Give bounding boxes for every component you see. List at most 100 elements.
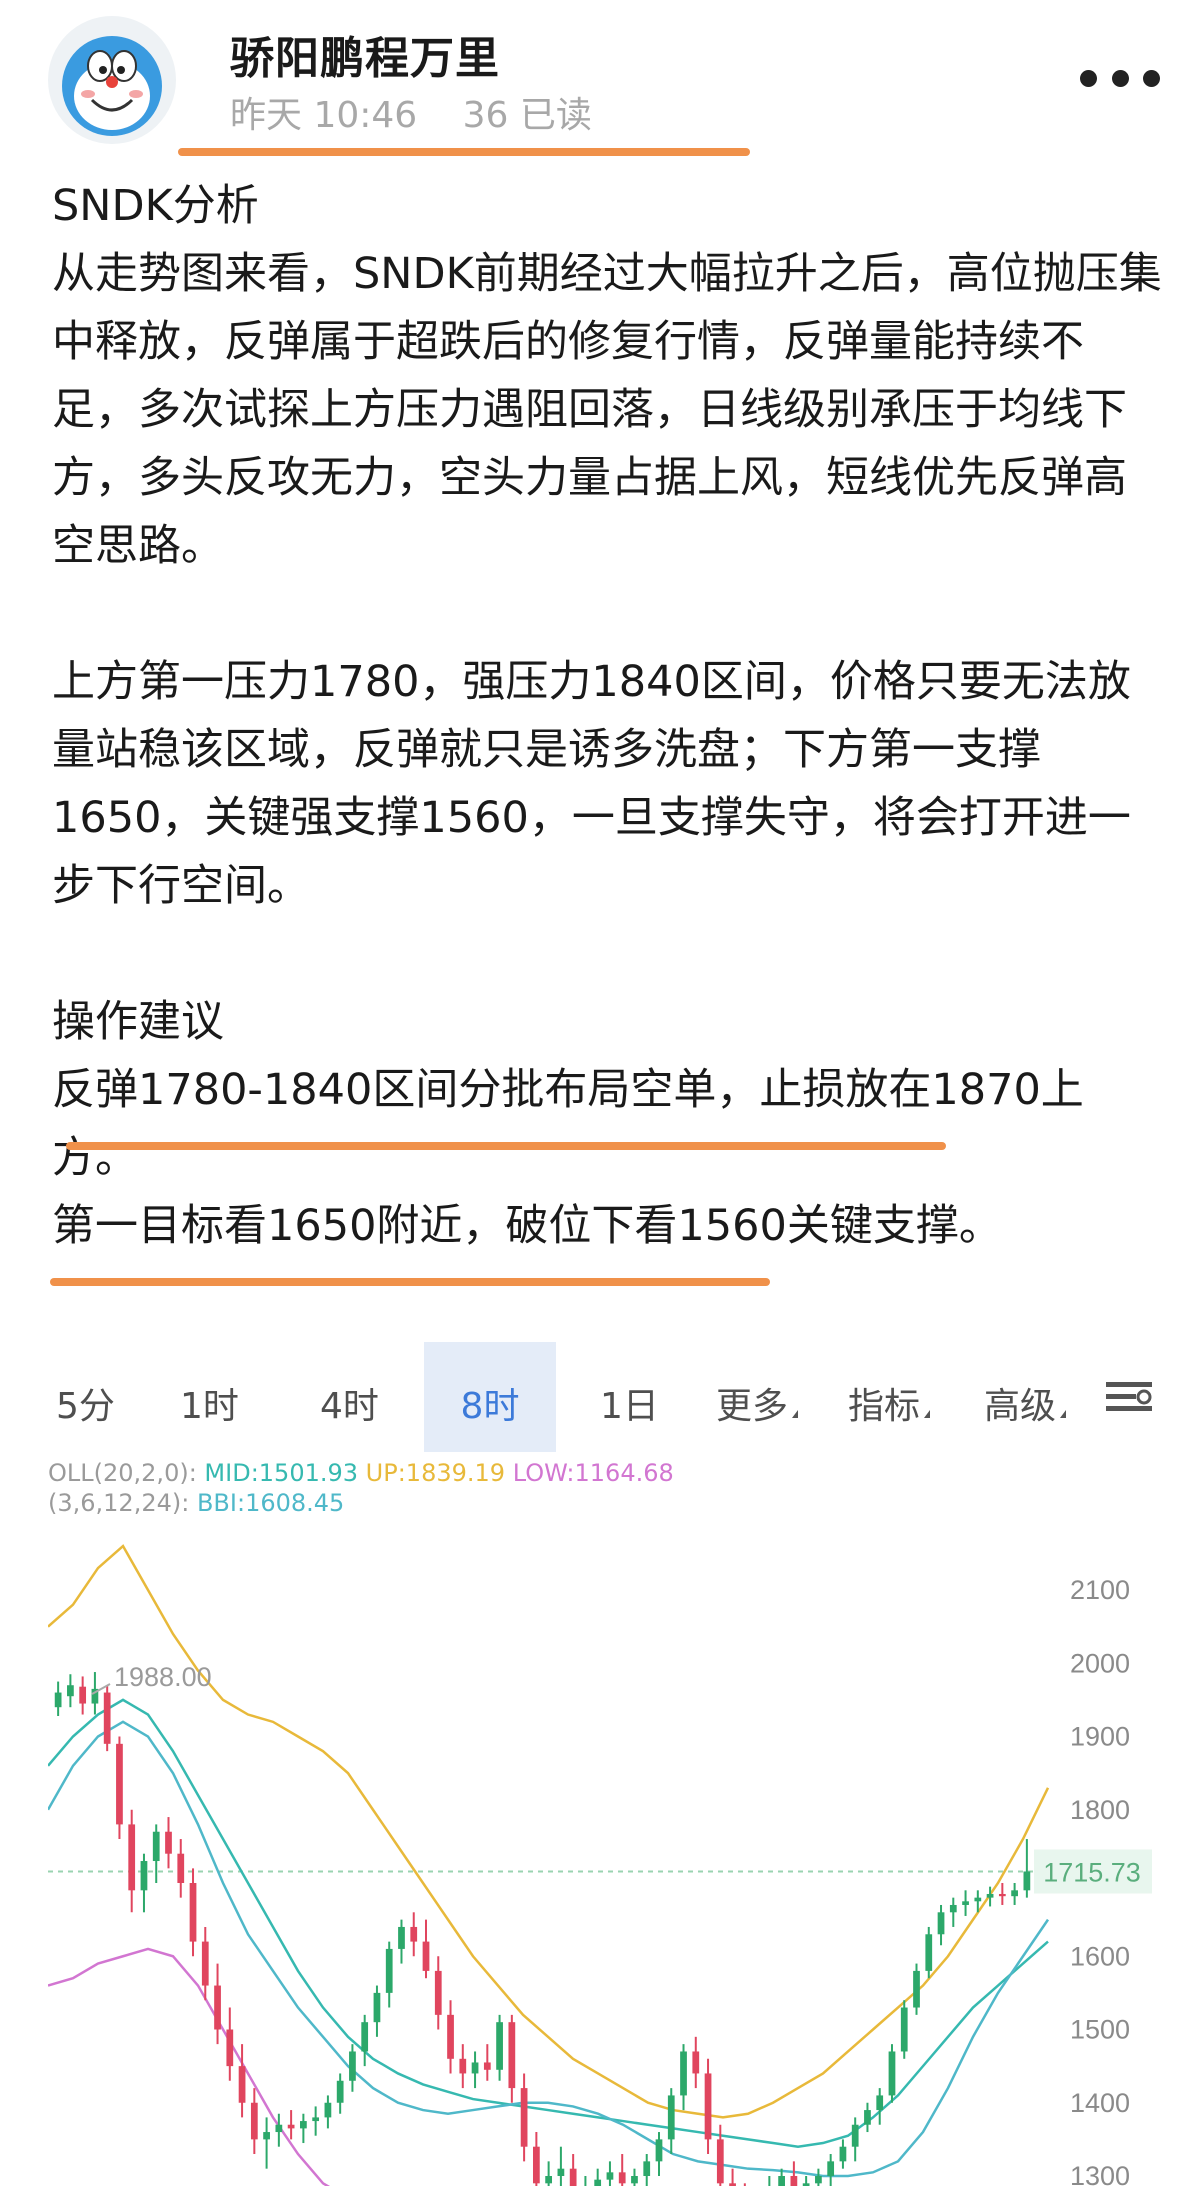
candle-body — [398, 1926, 405, 1949]
candle-body — [643, 2161, 651, 2176]
candle-body — [128, 1824, 136, 1891]
highlight-underline — [178, 148, 750, 156]
candle-body — [1011, 1890, 1018, 1897]
price-chart-image: 5分 1时 4时 8时 1日 更多 指标 高级 OLL(20,2,0): MID… — [48, 1318, 1152, 2186]
candle-body — [704, 2073, 712, 2140]
avatar[interactable] — [48, 16, 176, 144]
indicator-line-bbi — [48, 1720, 1050, 2178]
y-tick-label: 1600 — [1070, 1941, 1130, 1971]
candle-body — [655, 2139, 663, 2162]
y-tick-label: 1300 — [1070, 2161, 1130, 2186]
candle-body — [631, 2176, 638, 2184]
candle-body — [54, 1692, 62, 1708]
candle-body — [900, 2007, 908, 2052]
candle-body — [275, 2124, 283, 2133]
post-content: SNDK分析 从走势图来看，SNDK前期经过大幅拉升之后，高位抛压集中释放，反弹… — [52, 172, 1162, 1260]
candle-body — [459, 2058, 467, 2074]
candle-body — [263, 2132, 270, 2140]
candle-body — [716, 2139, 724, 2184]
candle-body — [974, 1897, 982, 1902]
candle-body — [839, 2146, 847, 2162]
candle-body — [471, 2062, 479, 2074]
candle-body — [116, 1743, 123, 1825]
more-dot-icon — [1143, 69, 1160, 87]
candle-body — [815, 2176, 822, 2184]
author-name[interactable]: 骄阳鹏程万里 — [230, 22, 500, 86]
more-dot-icon — [1111, 69, 1129, 87]
advice-line-2: 第一目标看1650附近，破位下看1560关键支撑。 — [52, 1201, 1002, 1251]
candle-body — [324, 2102, 332, 2118]
candle-body — [545, 2176, 553, 2184]
y-tick-label: 1500 — [1070, 2015, 1130, 2045]
candle-body — [851, 2124, 859, 2147]
candle-body — [373, 1992, 381, 2023]
candle-body — [79, 1686, 87, 1704]
advice-line-1: 反弹1780-1840区间分批布局空单，止损放在1870上方。 — [52, 1065, 1084, 1183]
candle-body — [1023, 1871, 1031, 1891]
candle-body — [385, 1948, 393, 1993]
candle-body — [165, 1831, 172, 1854]
candle-body — [937, 1912, 945, 1935]
read-count: 36 已读 — [462, 95, 592, 136]
candlestick-plot: 2100200019001800170016001500140013001715… — [48, 1544, 1152, 2186]
candle-body — [312, 2117, 320, 2122]
candle-body — [483, 2062, 491, 2070]
candle-body — [336, 2080, 344, 2103]
candle-body — [520, 2088, 528, 2147]
candle-body — [998, 1893, 1006, 1897]
candle-body — [214, 1985, 221, 2030]
candle-body — [569, 2168, 577, 2186]
highlight-underline — [66, 1142, 946, 1150]
post-title: SNDK分析 — [52, 181, 259, 231]
candle-body — [152, 1831, 160, 1862]
current-price-label: 1715.73 — [1043, 1857, 1141, 1887]
candle-body — [949, 1904, 957, 1913]
candle-body — [532, 2146, 540, 2184]
candle-body — [496, 2022, 503, 2070]
candle-body — [103, 1692, 111, 1744]
candle-body — [925, 1934, 933, 1971]
candle-body — [349, 2051, 356, 2081]
post-meta: 昨天 10:46 36 已读 — [230, 86, 626, 138]
candle-body — [986, 1893, 994, 1898]
post-time: 昨天 10:46 — [230, 95, 418, 136]
candle-body — [226, 2029, 234, 2067]
candle-body — [422, 1941, 430, 1971]
high-annotation-label: 1988.00 — [114, 1662, 212, 1692]
y-tick-label: 1800 — [1070, 1795, 1130, 1825]
candle-body — [888, 2051, 896, 2096]
y-tick-label: 2000 — [1070, 1648, 1130, 1678]
candle-body — [606, 2172, 614, 2180]
candle-body — [201, 1941, 209, 1986]
more-options-button[interactable] — [1080, 58, 1160, 98]
candle-body — [434, 1970, 442, 2015]
indicator-line-low — [48, 1947, 331, 2186]
candle-body — [680, 2051, 687, 2096]
candle-body — [778, 2176, 785, 2186]
candle-body — [250, 2102, 258, 2140]
indicator-line-mid — [48, 1698, 1049, 2148]
indicator-line-up — [48, 1544, 1050, 2119]
candle-body — [361, 2022, 369, 2052]
candle-body — [140, 1861, 148, 1891]
y-tick-label: 1900 — [1070, 1722, 1130, 1752]
candle-body — [594, 2179, 602, 2186]
candle-body — [177, 1853, 185, 1883]
candle-body — [913, 1970, 920, 2008]
candle-body — [557, 2168, 565, 2176]
candle-body — [618, 2172, 626, 2184]
candle-body — [864, 2110, 871, 2125]
candle-body — [67, 1685, 74, 1697]
y-tick-label: 2100 — [1070, 1575, 1130, 1605]
candle-body — [189, 1883, 197, 1942]
candle-body — [962, 1901, 969, 1905]
highlight-underline — [50, 1278, 770, 1286]
analysis-paragraph: 从走势图来看，SNDK前期经过大幅拉升之后，高位抛压集中释放，反弹属于超跌后的修… — [52, 249, 1162, 571]
candle-body — [667, 2095, 675, 2140]
candle-body — [876, 2095, 884, 2111]
candle-body — [238, 2066, 246, 2103]
more-dot-icon — [1080, 69, 1097, 87]
candle-body — [300, 2121, 307, 2129]
candle-body — [692, 2051, 700, 2074]
candle-body — [447, 2014, 454, 2059]
